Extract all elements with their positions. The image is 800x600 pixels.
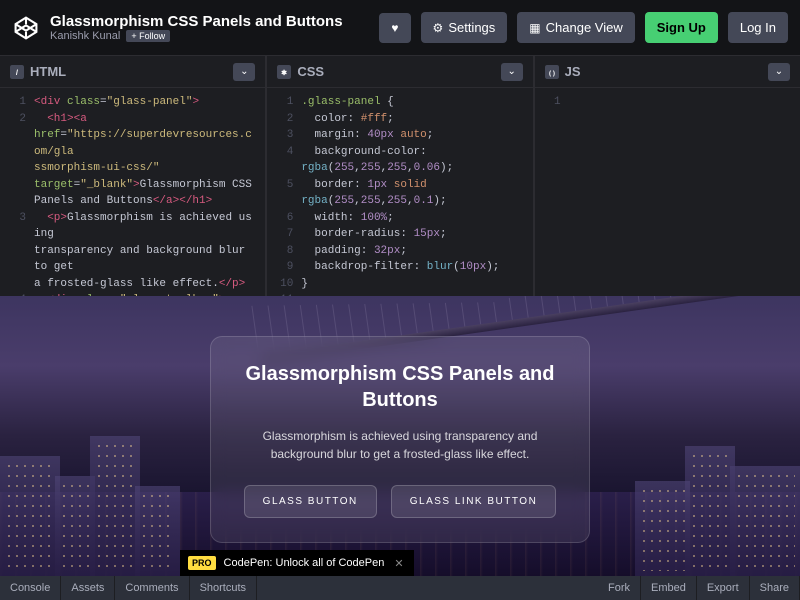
editor-row: / HTML ⌄ 1<div class="glass-panel">2 <h1… (0, 56, 800, 296)
pane-dropdown[interactable]: ⌄ (768, 63, 790, 81)
codepen-logo-icon[interactable] (12, 14, 40, 42)
chevron-down-icon: ⌄ (240, 66, 248, 77)
change-view-button[interactable]: ▦Change View (517, 12, 634, 43)
html-icon: / (10, 65, 24, 79)
pro-badge: PRO (188, 556, 216, 570)
promo-text: CodePen: Unlock all of CodePen (224, 557, 385, 569)
signup-button[interactable]: Sign Up (645, 12, 718, 43)
footer-console[interactable]: Console (0, 576, 61, 600)
svg-text:( ): ( ) (549, 69, 555, 76)
footer-share[interactable]: Share (750, 576, 800, 600)
pane-title-js: JS (565, 64, 762, 79)
pane-dropdown[interactable]: ⌄ (501, 63, 523, 81)
header: Glassmorphism CSS Panels and Buttons Kan… (0, 0, 800, 56)
css-pane: ✱ CSS ⌄ 1.glass-panel {2 color: #fff;3 m… (267, 56, 532, 296)
author-name[interactable]: Kanishk Kunal (50, 30, 120, 42)
title-block: Glassmorphism CSS Panels and Buttons Kan… (50, 13, 369, 42)
glass-panel: Glassmorphism CSS Panels and Buttons Gla… (210, 336, 590, 543)
pane-title-html: HTML (30, 64, 227, 79)
footer-embed[interactable]: Embed (641, 576, 697, 600)
js-icon: ( ) (545, 65, 559, 79)
settings-button[interactable]: ⚙Settings (421, 12, 508, 43)
js-pane-header: ( ) JS ⌄ (535, 56, 800, 88)
chevron-down-icon: ⌄ (507, 66, 515, 77)
css-icon: ✱ (277, 65, 291, 79)
preview-title[interactable]: Glassmorphism CSS Panels and Buttons (239, 361, 561, 413)
footer-fork[interactable]: Fork (598, 576, 641, 600)
heart-icon: ♥ (391, 21, 398, 35)
glass-button[interactable]: GLASS BUTTON (244, 485, 377, 518)
promo-banner[interactable]: PRO CodePen: Unlock all of CodePen ✕ (180, 550, 414, 576)
svg-text:✱: ✱ (281, 68, 287, 76)
glass-link-button[interactable]: GLASS LINK BUTTON (391, 485, 557, 518)
pane-title-css: CSS (297, 64, 494, 79)
love-button[interactable]: ♥ (379, 13, 410, 43)
pen-meta: Kanishk Kunal + Follow (50, 30, 369, 42)
footer-shortcuts[interactable]: Shortcuts (190, 576, 257, 600)
html-pane-header: / HTML ⌄ (0, 56, 265, 88)
footer-comments[interactable]: Comments (115, 576, 189, 600)
pane-dropdown[interactable]: ⌄ (233, 63, 255, 81)
preview-desc: Glassmorphism is achieved using transpar… (239, 427, 561, 463)
footer-assets[interactable]: Assets (61, 576, 115, 600)
footer-export[interactable]: Export (697, 576, 750, 600)
login-button[interactable]: Log In (728, 12, 788, 43)
preview-pane: Glassmorphism CSS Panels and Buttons Gla… (0, 296, 800, 576)
close-icon[interactable]: ✕ (384, 557, 413, 570)
footer: Console Assets Comments Shortcuts Fork E… (0, 576, 800, 600)
css-editor[interactable]: 1.glass-panel {2 color: #fff;3 margin: 4… (267, 88, 532, 296)
glass-toolbar: GLASS BUTTON GLASS LINK BUTTON (239, 485, 561, 518)
css-pane-header: ✱ CSS ⌄ (267, 56, 532, 88)
js-pane: ( ) JS ⌄ 1 (535, 56, 800, 296)
pen-title: Glassmorphism CSS Panels and Buttons (50, 13, 369, 30)
html-editor[interactable]: 1<div class="glass-panel">2 <h1><ahref="… (0, 88, 265, 296)
js-editor[interactable]: 1 (535, 88, 800, 296)
follow-button[interactable]: + Follow (126, 30, 170, 42)
layout-icon: ▦ (529, 21, 540, 35)
gear-icon: ⚙ (433, 21, 444, 35)
html-pane: / HTML ⌄ 1<div class="glass-panel">2 <h1… (0, 56, 265, 296)
chevron-down-icon: ⌄ (775, 66, 783, 77)
